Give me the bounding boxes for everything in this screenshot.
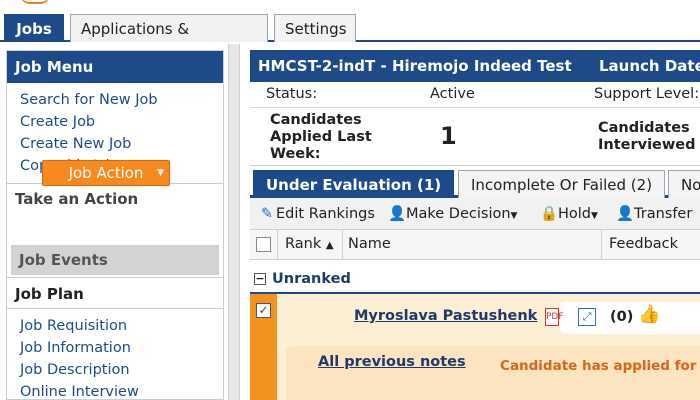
evaluation-tabs: Under Evaluation (1) Incomplete Or Faile…	[250, 166, 700, 198]
job-title: HMCST-2-indT - Hiremojo Indeed Test	[258, 57, 572, 75]
applied-count: 1	[440, 122, 457, 150]
caret-down-icon: ▼	[157, 168, 164, 178]
grid-header: Rank ▲ Name Feedback	[250, 230, 700, 260]
sidebar-link-job-information[interactable]: Job Information	[20, 337, 223, 359]
caret-down-icon: ▼	[510, 211, 518, 221]
tab-jobs[interactable]: Jobs	[4, 14, 64, 42]
job-action-label: Job Action	[68, 164, 144, 182]
make-decision-button[interactable]: 👤Make Decision▼	[388, 203, 517, 225]
column-rank[interactable]: Rank ▲	[285, 236, 334, 252]
sidebar: Job Menu Search for New Job Create Job C…	[6, 50, 224, 400]
view-feedback-icon[interactable]: ⤢	[578, 308, 596, 326]
all-previous-notes-link[interactable]: All previous notes	[318, 354, 466, 370]
sidebar-link-search-new-job[interactable]: Search for New Job	[20, 89, 223, 111]
brand-mark	[20, 0, 50, 4]
column-separator	[342, 230, 343, 260]
collapse-icon[interactable]: −	[254, 273, 266, 285]
row-checkbox[interactable]: ✓	[256, 303, 271, 318]
group-row-unranked: − Unranked	[250, 268, 700, 294]
applied-for-text: Candidate has applied for 3	[500, 358, 697, 374]
pdf-icon[interactable]: PDF	[545, 308, 564, 326]
sidebar-link-create-job[interactable]: Create Job	[20, 111, 223, 133]
group-label: Unranked	[272, 271, 351, 287]
tab-under-evaluation[interactable]: Under Evaluation (1)	[253, 170, 455, 198]
job-menu-header: Job Menu	[7, 51, 223, 83]
sort-asc-icon: ▲	[325, 240, 334, 251]
lock-icon: 🔒	[540, 206, 559, 222]
candidate-toolbar: ✎ Edit Rankings 👤Make Decision▼ 🔒Hold▼ 👤T…	[250, 198, 700, 230]
table-row: ✓ Myroslava Pastushenk PDF ⤢ (0) 👍 All p…	[250, 294, 700, 400]
panel-splitter[interactable]	[228, 44, 240, 400]
edit-rankings-button[interactable]: ✎ Edit Rankings	[258, 203, 375, 225]
feedback-count: (0)	[610, 309, 634, 325]
sidebar-link-job-requisition[interactable]: Job Requisition	[20, 315, 223, 337]
main-panel: HMCST-2-indT - Hiremojo Indeed Test Laun…	[250, 50, 700, 400]
transfer-button[interactable]: 👤Transfer	[616, 203, 692, 225]
tab-settings[interactable]: Settings	[274, 14, 356, 42]
tab-next[interactable]: No	[668, 170, 700, 198]
tab-applications-referrals[interactable]: Applications & Referrals	[70, 14, 268, 66]
column-separator	[601, 230, 602, 260]
applied-label: Candidates Applied Last Week:	[270, 112, 372, 162]
stats-row: Candidates Applied Last Week: 1 Candidat…	[250, 108, 700, 166]
transfer-icon: 👤	[616, 206, 635, 222]
status-label: Status:	[266, 86, 318, 102]
person-icon: 👤	[388, 206, 407, 222]
candidate-name-link[interactable]: Myroslava Pastushenk	[354, 308, 537, 324]
sidebar-link-online-interview[interactable]: Online Interview	[20, 381, 223, 400]
job-events-header[interactable]: Job Events	[11, 245, 219, 275]
sidebar-link-job-description[interactable]: Job Description	[20, 359, 223, 381]
sidebar-link-create-new-job[interactable]: Create New Job	[20, 133, 223, 155]
caret-down-icon: ▼	[591, 211, 598, 221]
support-level-label: Support Level:	[594, 86, 700, 102]
tab-incomplete-failed[interactable]: Incomplete Or Failed (2)	[458, 170, 666, 198]
pencil-icon: ✎	[260, 206, 274, 222]
column-separator	[277, 230, 278, 260]
job-action-button[interactable]: Job Action ▼	[42, 160, 170, 186]
select-all-checkbox[interactable]	[256, 237, 271, 252]
thumbs-up-icon[interactable]: 👍	[638, 304, 660, 325]
take-action-section: Take an Action	[7, 183, 223, 243]
take-action-title: Take an Action	[15, 190, 139, 208]
column-feedback[interactable]: Feedback	[609, 236, 678, 252]
job-title-bar: HMCST-2-indT - Hiremojo Indeed Test Laun…	[250, 50, 700, 82]
status-row: Status: Active Support Level:	[250, 82, 700, 108]
status-value: Active	[430, 86, 475, 102]
launch-date-label: Launch Date	[599, 57, 700, 75]
job-plan-list: Job Requisition Job Information Job Desc…	[7, 309, 223, 400]
top-navigation: Jobs Applications & Referrals Settings	[0, 0, 700, 66]
job-plan-header: Job Plan	[7, 277, 223, 309]
hold-button[interactable]: 🔒Hold▼	[540, 203, 598, 225]
column-name[interactable]: Name	[348, 236, 391, 252]
interviewed-label: Candidates Interviewed	[598, 120, 696, 153]
